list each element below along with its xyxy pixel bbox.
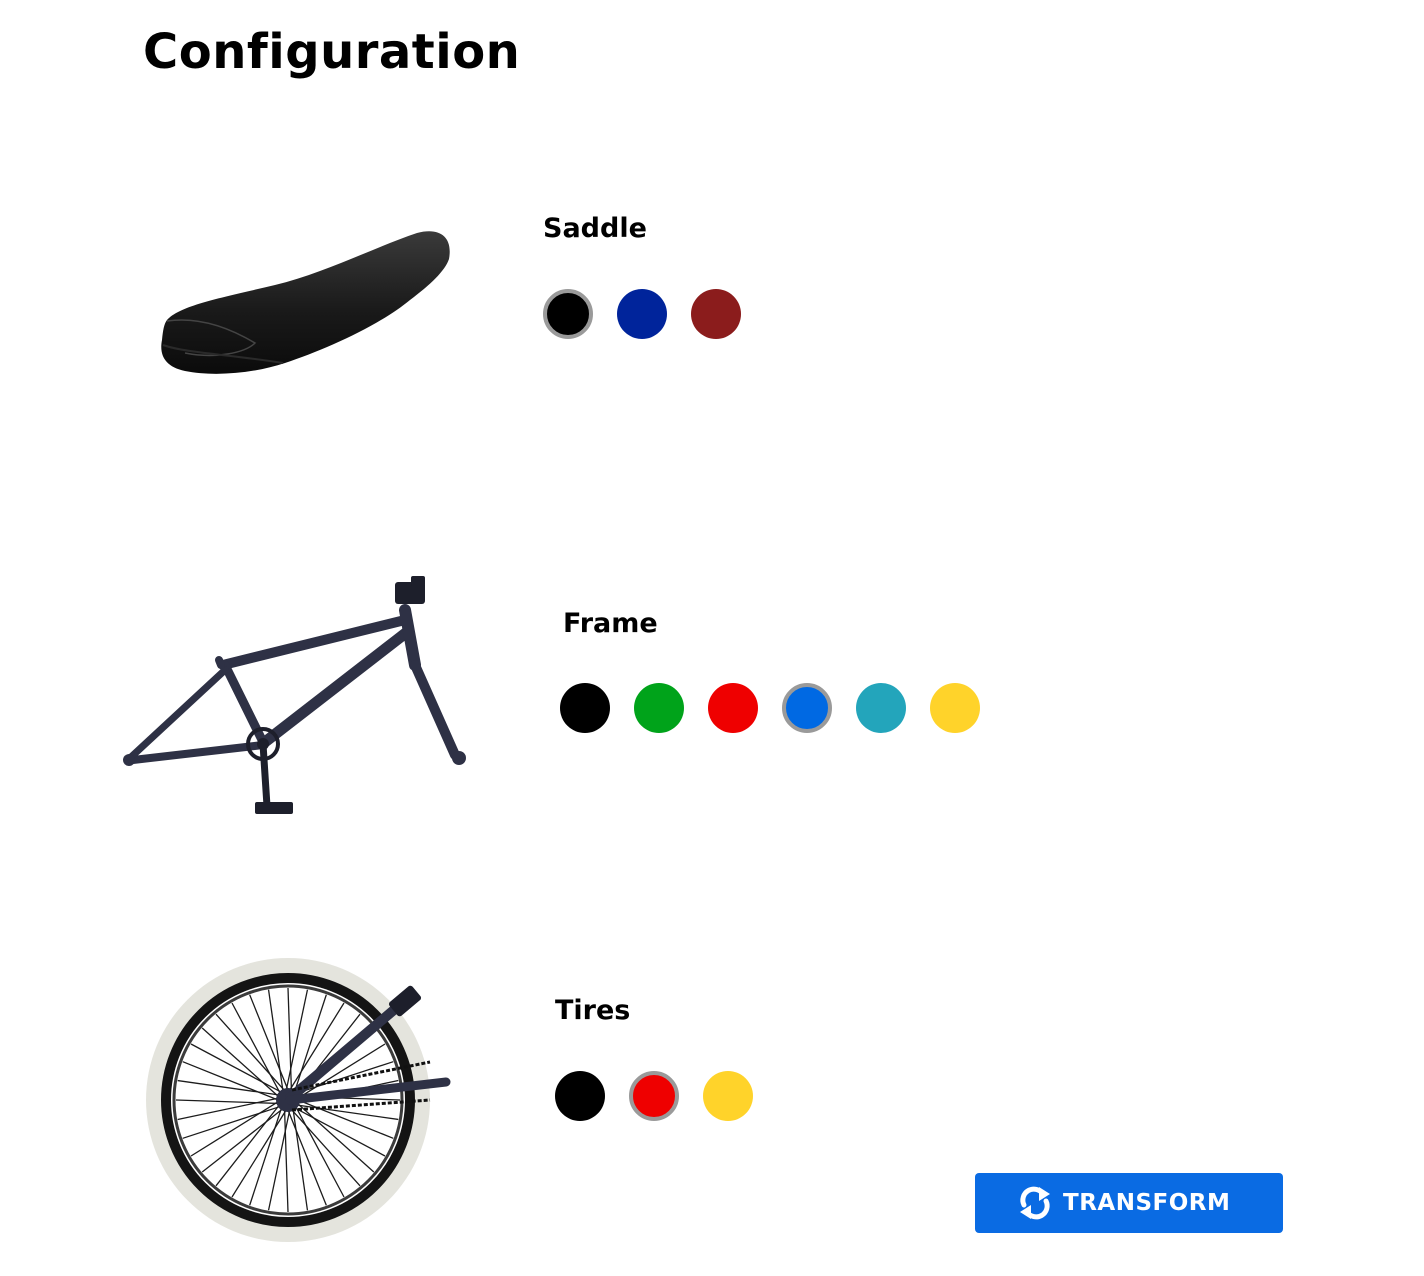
frame-swatches [560, 683, 980, 733]
saddle-title: Saddle [543, 213, 647, 244]
frame-color-swatch-3[interactable] [708, 683, 758, 733]
tires-color-swatch-3[interactable] [703, 1071, 753, 1121]
frame-color-swatch-1[interactable] [560, 683, 610, 733]
tires-color-swatch-2[interactable] [629, 1071, 679, 1121]
tires-color-swatch-1[interactable] [555, 1071, 605, 1121]
saddle-image [161, 231, 450, 374]
frame-color-swatch-2[interactable] [634, 683, 684, 733]
saddle-color-swatch-2[interactable] [617, 289, 667, 339]
frame-color-swatch-4[interactable] [782, 683, 832, 733]
saddle-swatches [543, 289, 741, 339]
frame-image [123, 576, 466, 814]
refresh-icon [1017, 1185, 1053, 1221]
frame-title: Frame [563, 608, 658, 639]
saddle-color-swatch-1[interactable] [543, 289, 593, 339]
saddle-color-swatch-3[interactable] [691, 289, 741, 339]
tires-swatches [555, 1071, 753, 1121]
frame-color-swatch-5[interactable] [856, 683, 906, 733]
frame-color-swatch-6[interactable] [930, 683, 980, 733]
tires-title: Tires [555, 995, 631, 1026]
transform-button-label: TRANSFORM [1063, 1190, 1231, 1216]
page-title: Configuration [143, 24, 521, 80]
transform-button[interactable]: TRANSFORM [975, 1173, 1283, 1233]
tire-image [146, 958, 451, 1242]
